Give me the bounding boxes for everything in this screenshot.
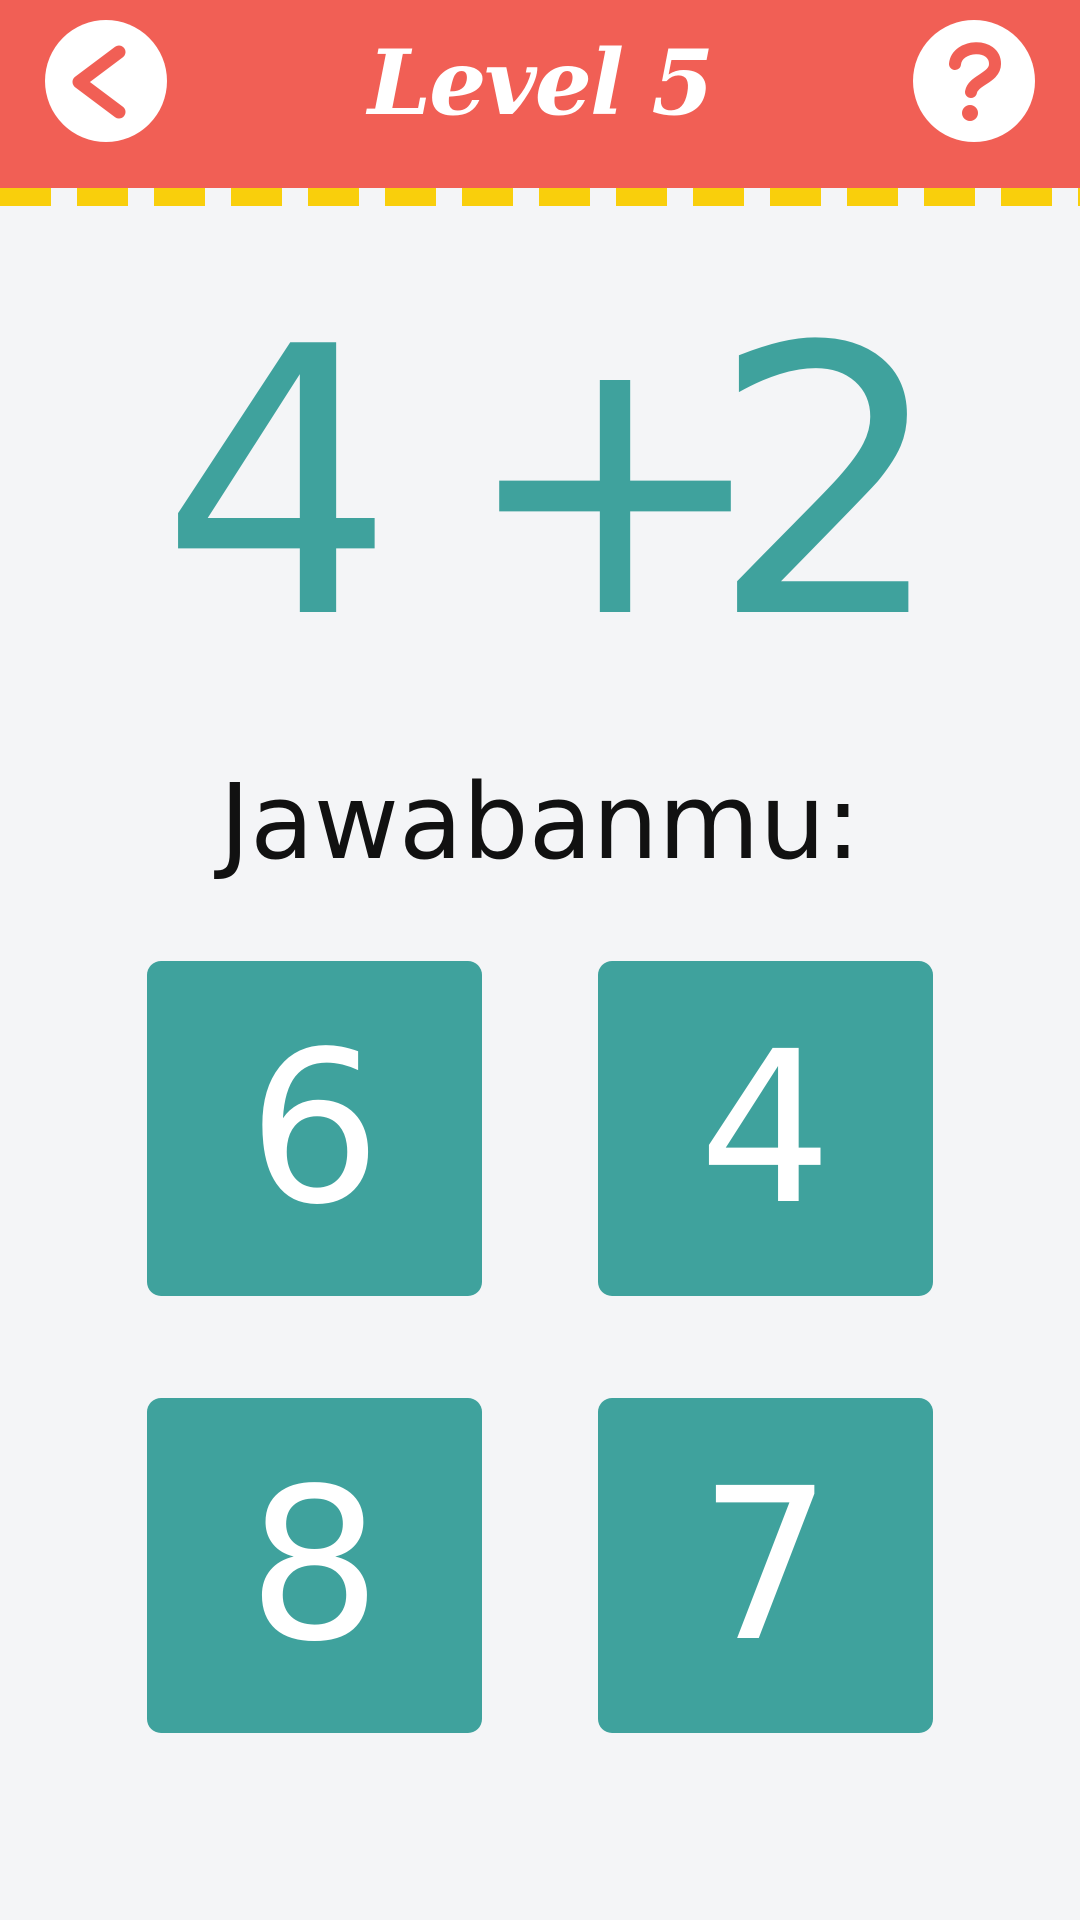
chevron-left-icon bbox=[72, 45, 126, 119]
answer-option-4[interactable]: 7 bbox=[598, 1398, 933, 1733]
answer-prompt: Jawabanmu: bbox=[219, 761, 861, 883]
operand-b: 2 bbox=[710, 270, 946, 700]
help-button[interactable] bbox=[913, 20, 1035, 142]
dashed-divider bbox=[0, 188, 1080, 206]
answer-option-2[interactable]: 4 bbox=[598, 961, 933, 1296]
level-title: Level 5 bbox=[367, 30, 714, 136]
answer-option-1[interactable]: 6 bbox=[147, 961, 482, 1296]
back-button[interactable] bbox=[45, 20, 167, 142]
question-icon bbox=[949, 42, 1002, 121]
answer-option-3[interactable]: 8 bbox=[147, 1398, 482, 1733]
header-bar: Level 5 bbox=[0, 0, 1080, 188]
operand-a: 4 bbox=[160, 270, 396, 700]
operator: + bbox=[460, 270, 771, 700]
